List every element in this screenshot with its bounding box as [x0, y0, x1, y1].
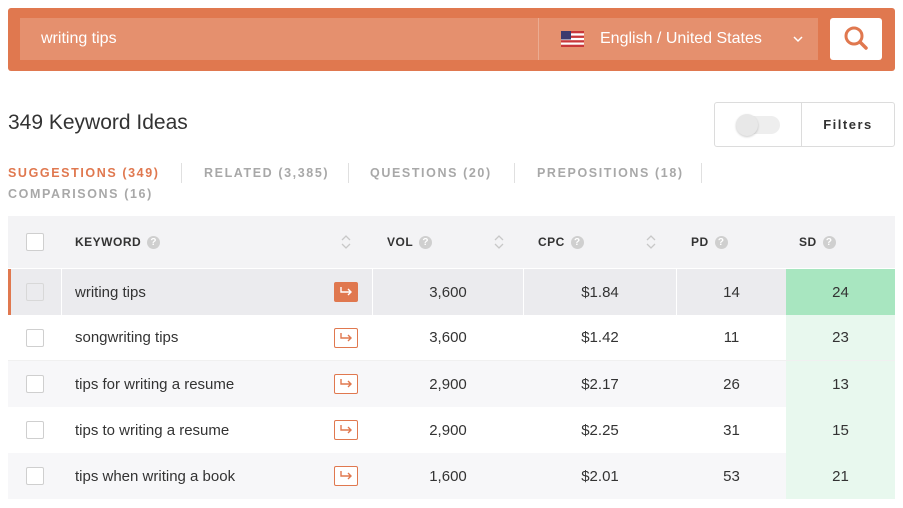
search-input[interactable] — [20, 18, 538, 60]
sd-cell: 24 — [786, 269, 895, 315]
tab-related[interactable]: RELATED (3,385) — [204, 166, 329, 180]
keyword-cell[interactable]: songwriting tips — [75, 315, 335, 360]
pd-cell: 26 — [723, 375, 740, 393]
keyword-cell[interactable]: tips to writing a resume — [75, 407, 335, 453]
arrow-right-icon[interactable] — [334, 420, 358, 440]
vol-cell: 2,900 — [429, 375, 467, 393]
tab-divider — [514, 163, 515, 183]
arrow-right-icon[interactable] — [334, 466, 358, 486]
pd-cell: 11 — [723, 329, 740, 346]
vol-cell: 1,600 — [429, 467, 467, 485]
column-keyword[interactable]: KEYWORD? — [75, 216, 355, 268]
cpc-cell: $1.84 — [581, 283, 619, 301]
pd-cell: 31 — [723, 421, 740, 439]
toggle-knob — [736, 113, 758, 136]
keyword-cell[interactable]: writing tips — [75, 269, 335, 315]
sd-cell: 23 — [786, 315, 895, 360]
arrow-right-icon[interactable] — [334, 374, 358, 394]
tab-prepositions[interactable]: PREPOSITIONS (18) — [537, 166, 684, 180]
sort-icon[interactable] — [340, 233, 352, 256]
column-pd[interactable]: PD? — [691, 216, 791, 268]
page-title: 349 Keyword Ideas — [8, 111, 188, 134]
tab-divider — [348, 163, 349, 183]
cpc-cell: $1.42 — [581, 329, 619, 346]
controls-box: Filters — [714, 102, 895, 147]
select-all-checkbox[interactable] — [25, 233, 44, 251]
pd-cell: 14 — [723, 283, 740, 301]
column-sd[interactable]: SD? — [799, 216, 895, 268]
help-icon[interactable]: ? — [822, 235, 836, 249]
sd-cell: 15 — [786, 407, 895, 453]
toggle-switch[interactable] — [736, 113, 780, 136]
toggle-area — [715, 103, 802, 146]
cpc-cell: $2.01 — [581, 467, 619, 485]
help-icon[interactable]: ? — [570, 235, 584, 249]
column-vol[interactable]: VOL? — [387, 216, 507, 268]
table-row[interactable]: tips when writing a book 1,600 $2.01 53 … — [8, 453, 895, 499]
sort-icon[interactable] — [645, 233, 657, 256]
column-cpc[interactable]: CPC? — [538, 216, 658, 268]
chevron-down-icon — [792, 32, 804, 50]
help-icon[interactable]: ? — [147, 235, 161, 249]
cpc-cell: $2.25 — [581, 421, 619, 439]
row-checkbox[interactable] — [25, 283, 44, 301]
pd-cell: 53 — [723, 467, 740, 485]
vol-cell: 2,900 — [429, 421, 467, 439]
cpc-cell: $2.17 — [581, 375, 619, 393]
tab-questions[interactable]: QUESTIONS (20) — [370, 166, 492, 180]
row-checkbox[interactable] — [25, 467, 44, 485]
sort-icon[interactable] — [493, 233, 505, 256]
row-checkbox[interactable] — [25, 421, 44, 439]
search-button[interactable] — [830, 18, 882, 60]
arrow-right-icon[interactable] — [334, 327, 358, 348]
keyword-cell[interactable]: tips for writing a resume — [75, 361, 335, 407]
table-row[interactable]: writing tips 3,600 $1.84 14 24 — [8, 269, 895, 315]
help-icon[interactable]: ? — [419, 235, 433, 249]
vol-cell: 3,600 — [429, 329, 467, 346]
tab-divider — [181, 163, 182, 183]
arrow-right-icon[interactable] — [334, 282, 358, 302]
search-bar: English / United States — [8, 8, 895, 71]
tab-suggestions[interactable]: SUGGESTIONS (349) — [8, 166, 160, 180]
help-icon[interactable]: ? — [714, 235, 728, 249]
tab-divider — [701, 163, 702, 183]
row-checkbox[interactable] — [25, 375, 44, 393]
sd-cell: 21 — [786, 453, 895, 499]
keyword-cell[interactable]: tips when writing a book — [75, 453, 335, 499]
table-row[interactable]: songwriting tips 3,600 $1.42 11 23 — [8, 315, 895, 361]
tab-comparisons[interactable]: COMPARISONS (16) — [8, 187, 153, 201]
filters-button[interactable]: Filters — [802, 103, 894, 146]
table-header: KEYWORD? VOL? CPC? PD? SD? — [8, 216, 895, 268]
vol-cell: 3,600 — [429, 283, 467, 301]
locale-label: English / United States — [600, 30, 762, 47]
row-checkbox[interactable] — [25, 328, 44, 347]
locale-select[interactable]: English / United States — [538, 18, 818, 60]
sd-cell: 13 — [786, 361, 895, 407]
table-row[interactable]: tips for writing a resume 2,900 $2.17 26… — [8, 361, 895, 407]
table-row[interactable]: tips to writing a resume 2,900 $2.25 31 … — [8, 407, 895, 453]
us-flag-icon — [561, 31, 584, 47]
search-icon — [843, 25, 869, 54]
